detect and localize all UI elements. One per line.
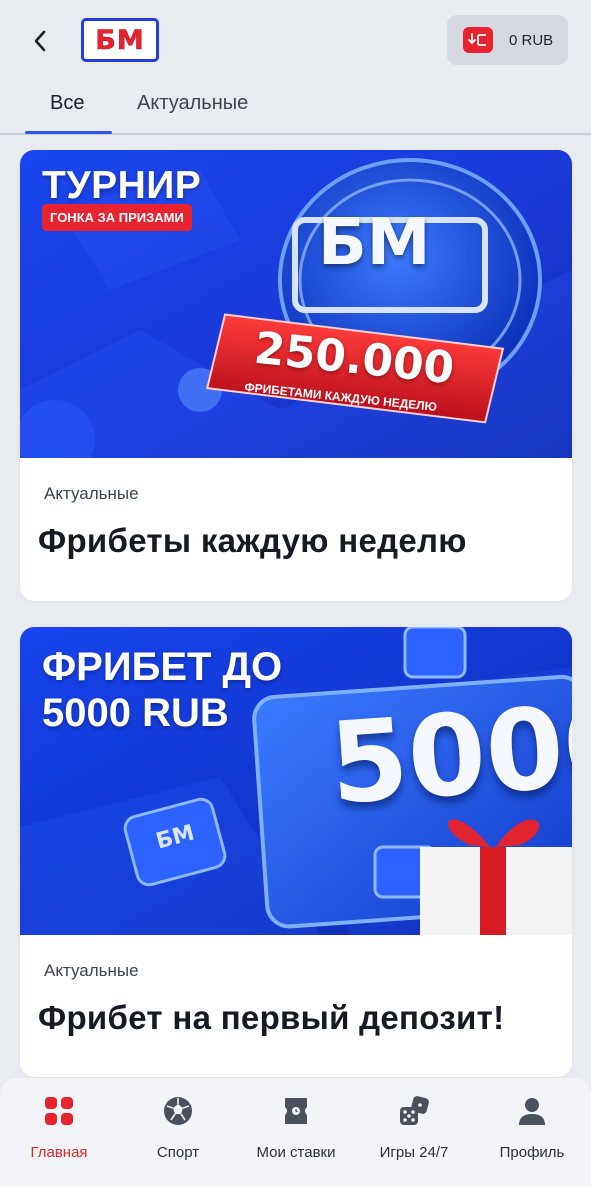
nav-item-profile[interactable]: Профиль (477, 1094, 587, 1174)
home-grid-icon (42, 1094, 76, 1128)
banner-coin-text: БМ (318, 206, 431, 280)
promo-card[interactable]: ТУРНИР ГОНКА ЗА ПРИЗАМИ БМ 250.000 ФРИБЕ… (20, 150, 572, 601)
back-button[interactable] (22, 22, 60, 60)
nav-item-sport[interactable]: Спорт (123, 1094, 233, 1174)
tab-all[interactable]: Все (50, 92, 84, 115)
nav-label: Игры 24/7 (379, 1144, 449, 1161)
user-icon (515, 1094, 549, 1128)
balance-amount: 0 RUB (509, 31, 554, 49)
active-tab-indicator (25, 131, 112, 134)
bottom-navigation: Главная Спорт Мои ставки Игры 24/7 Профи… (0, 1078, 591, 1187)
banner-big-number: 5000 (325, 678, 572, 830)
promo-title: Фрибеты каждую неделю (38, 522, 467, 559)
nav-label: Профиль (499, 1144, 565, 1161)
promo-card[interactable]: ФРИБЕТ ДО 5000 RUB 5000 БМ Актуальные Фр… (20, 627, 572, 1077)
promo-banner-freebet: ФРИБЕТ ДО 5000 RUB 5000 БМ (20, 627, 572, 935)
soccer-ball-icon (161, 1094, 195, 1128)
nav-label: Мои ставки (256, 1144, 336, 1161)
deposit-wallet-icon (463, 27, 493, 53)
tab-actual[interactable]: Актуальные (137, 92, 248, 115)
banner-badge: ГОНКА ЗА ПРИЗАМИ (42, 204, 192, 231)
logo-text: БМ (95, 24, 145, 56)
promo-category: Актуальные (44, 961, 139, 980)
nav-label: Главная (30, 1144, 88, 1161)
top-bar: БМ 0 RUB (0, 0, 591, 80)
promo-category: Актуальные (44, 484, 139, 503)
nav-item-home[interactable]: Главная (4, 1094, 114, 1174)
nav-item-my-bets[interactable]: Мои ставки (241, 1094, 351, 1174)
ticket-icon (279, 1094, 313, 1128)
promo-title: Фрибет на первый депозит! (38, 999, 505, 1036)
banner-headline-line2: 5000 RUB (42, 691, 229, 735)
dice-icon (397, 1094, 431, 1128)
banner-headline-line1: ФРИБЕТ ДО (42, 645, 283, 689)
nav-item-games[interactable]: Игры 24/7 (359, 1094, 469, 1174)
nav-label: Спорт (156, 1144, 200, 1161)
promo-banner-tournament: ТУРНИР ГОНКА ЗА ПРИЗАМИ БМ 250.000 ФРИБЕ… (20, 150, 572, 458)
brand-logo[interactable]: БМ (81, 18, 159, 62)
chevron-left-icon (34, 30, 46, 52)
filter-tabs: Все Актуальные (0, 80, 591, 135)
banner-headline: ТУРНИР (42, 164, 202, 207)
balance-button[interactable]: 0 RUB (447, 15, 568, 65)
